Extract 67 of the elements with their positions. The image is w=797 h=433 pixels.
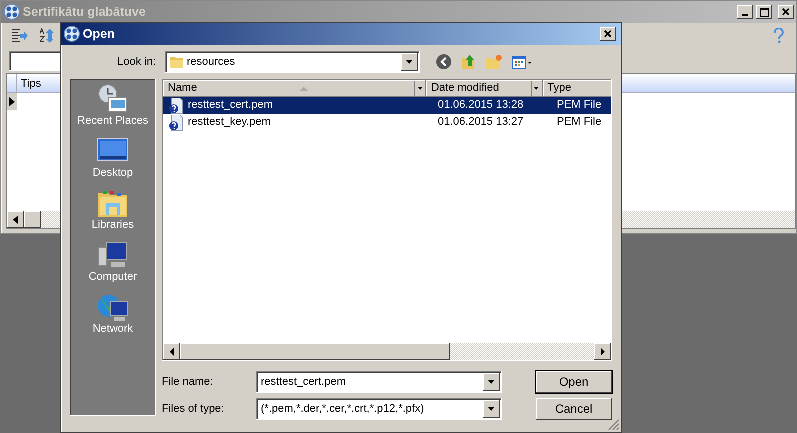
scroll-thumb[interactable] <box>180 343 450 360</box>
dropdown-arrow-button[interactable] <box>483 373 500 391</box>
place-item[interactable]: Network <box>71 292 155 344</box>
minimize-button[interactable] <box>737 5 754 19</box>
column-header[interactable]: Date modified <box>426 80 543 97</box>
caret-icon[interactable] <box>534 87 540 90</box>
maximize-button[interactable] <box>756 5 772 19</box>
list-icon[interactable] <box>11 28 28 44</box>
app-logo-icon <box>64 26 80 42</box>
libraries-icon <box>97 188 129 218</box>
back-icon[interactable] <box>436 54 452 70</box>
column-header[interactable]: Type <box>542 80 611 97</box>
minimize-icon <box>742 14 748 16</box>
file-row[interactable]: resttest_key.pem 01.06.2015 13:27 PEM File <box>163 114 611 131</box>
input-field[interactable] <box>9 51 61 71</box>
view-menu-icon[interactable] <box>512 54 532 70</box>
recent-icon <box>97 84 129 114</box>
file-type: PEM File <box>556 115 602 130</box>
file-name-field[interactable]: resttest_cert.pem <box>256 371 502 393</box>
file-date: 01.06.2015 13:27 <box>437 115 525 130</box>
column-header[interactable]: Name <box>163 80 426 97</box>
place-item[interactable]: Computer <box>71 240 155 292</box>
file-type: PEM File <box>556 98 602 114</box>
left-arrow-icon <box>13 216 18 224</box>
row-pointer-icon <box>9 96 15 106</box>
field-label: File name: <box>162 374 214 390</box>
dropdown-arrow-button[interactable] <box>483 400 500 418</box>
close-icon <box>782 8 790 16</box>
network-icon <box>97 292 129 322</box>
folder-icon <box>170 55 183 69</box>
caret-icon <box>487 406 496 412</box>
place-item[interactable]: Libraries <box>71 188 155 240</box>
look-in-dropdown[interactable]: resources <box>165 51 420 73</box>
right-arrow-icon <box>600 348 604 356</box>
window-title: Sertifikātu glabātuve <box>23 4 147 21</box>
file-type-dropdown[interactable]: (*.pem,*.der,*.cer,*.crt,*.p12,*.pfx) <box>256 398 502 420</box>
computer-icon <box>97 240 129 270</box>
file-row[interactable]: resttest_cert.pem 01.06.2015 13:28 PEM File <box>163 97 611 114</box>
file-name: resttest_key.pem <box>188 115 271 130</box>
sort-icon[interactable] <box>40 28 55 44</box>
app-logo-icon <box>4 4 20 20</box>
maximize-icon <box>760 8 769 16</box>
close-button[interactable] <box>778 5 794 19</box>
caret-icon[interactable] <box>418 87 423 90</box>
file-icon <box>169 98 185 114</box>
scroll-right-button[interactable] <box>594 343 611 360</box>
open-button[interactable]: Open <box>536 371 612 393</box>
scroll-thumb[interactable] <box>24 211 41 228</box>
scroll-left-button[interactable] <box>163 343 180 360</box>
file-date: 01.06.2015 13:28 <box>437 98 525 114</box>
look-in-value: resources <box>186 54 236 70</box>
field-label: Files of type: <box>162 402 226 417</box>
dropdown-arrow-button[interactable] <box>401 53 418 71</box>
place-item[interactable]: Recent Places <box>71 84 155 136</box>
left-arrow-icon <box>170 348 174 356</box>
dialog-title: Open <box>83 26 116 43</box>
file-name: resttest_cert.pem <box>188 98 273 114</box>
caret-icon <box>487 379 496 385</box>
caret-icon <box>405 59 414 65</box>
cancel-button[interactable]: Cancel <box>536 398 612 420</box>
close-icon <box>604 30 612 38</box>
close-button[interactable] <box>600 27 616 41</box>
field-label: Look in: <box>116 54 156 70</box>
resize-grip-icon[interactable] <box>608 419 620 431</box>
scroll-left-button[interactable] <box>7 211 24 228</box>
file-icon <box>169 114 185 130</box>
place-item[interactable]: Desktop <box>71 136 155 188</box>
